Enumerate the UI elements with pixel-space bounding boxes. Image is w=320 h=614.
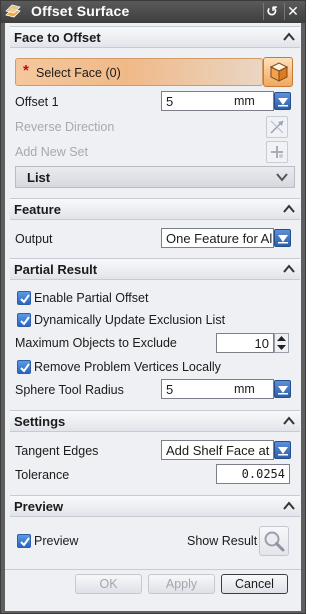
tolerance-input[interactable]: 0.0254: [216, 464, 290, 484]
preview-checkbox[interactable]: [17, 534, 31, 548]
spinner-arrows-icon: [277, 336, 286, 350]
offset-label: Offset 1: [15, 95, 59, 109]
checkmark-icon: [20, 316, 30, 326]
show-result-label: Show Result: [187, 534, 258, 548]
select-face-button[interactable]: * Select Face (0): [15, 58, 263, 86]
face-selection-cube-button[interactable]: [263, 57, 293, 87]
required-marker: *: [23, 62, 29, 79]
dynamically-update-checkbox[interactable]: [17, 313, 31, 327]
chevron-down-icon: [278, 386, 288, 395]
chevron-down-icon: [278, 447, 288, 456]
section-title: Settings: [14, 414, 66, 429]
max-objects-label: Maximum Objects to Exclude: [15, 336, 177, 350]
sphere-tool-radius-input[interactable]: 5 mm: [161, 379, 274, 399]
select-face-label: Select Face (0): [36, 66, 121, 80]
reverse-direction-icon: [270, 120, 284, 134]
dynamically-update-label[interactable]: Dynamically Update Exclusion List: [34, 313, 225, 327]
sphere-tool-radius-label: Sphere Tool Radius: [15, 383, 124, 397]
offset-input[interactable]: 5 mm: [161, 91, 274, 111]
max-objects-value: 10: [254, 336, 269, 351]
add-set-icon: [271, 146, 283, 158]
section-partial-result[interactable]: Partial Result: [10, 258, 300, 280]
offset-surface-dialog: Offset Surface ↺ ✕ Face to Offset * Sele…: [0, 0, 306, 614]
remove-problem-vertices-checkbox[interactable]: [17, 360, 31, 374]
tolerance-value: 0.0254: [241, 467, 285, 481]
section-title: Preview: [14, 499, 64, 514]
section-feature[interactable]: Feature: [10, 198, 300, 220]
list-label: List: [27, 170, 51, 185]
offset-surface-app-icon: [5, 4, 21, 18]
section-preview[interactable]: Preview: [10, 495, 300, 517]
tolerance-label: Tolerance: [15, 468, 70, 482]
section-title: Partial Result: [14, 262, 98, 277]
output-label: Output: [15, 232, 53, 246]
chevron-down-icon: [276, 173, 288, 182]
output-dropdown[interactable]: [274, 229, 291, 247]
add-new-set-label: Add New Set: [15, 145, 88, 159]
collapse-icon[interactable]: [282, 263, 296, 275]
ok-button[interactable]: OK: [75, 574, 142, 594]
output-select[interactable]: One Feature for Al: [161, 228, 274, 248]
section-title: Feature: [14, 202, 61, 217]
remove-problem-vertices-label[interactable]: Remove Problem Vertices Locally: [34, 360, 221, 374]
offset-unit-dropdown[interactable]: [274, 92, 291, 110]
sphere-tool-radius-value: 5: [166, 382, 174, 397]
checkmark-icon: [20, 363, 30, 373]
max-objects-input[interactable]: 10: [216, 333, 274, 353]
sphere-tool-radius-unit: mm: [234, 382, 255, 396]
collapse-icon[interactable]: [282, 31, 296, 43]
add-new-set-button[interactable]: [266, 141, 288, 163]
collapse-icon[interactable]: [282, 203, 296, 215]
reverse-direction-label: Reverse Direction: [15, 120, 115, 134]
enable-partial-offset-label[interactable]: Enable Partial Offset: [34, 291, 148, 305]
tangent-edges-label: Tangent Edges: [15, 444, 99, 458]
footer-divider: [5, 569, 301, 570]
output-value: One Feature for Al: [166, 231, 273, 246]
list-expander[interactable]: List: [15, 166, 295, 188]
section-title: Face to Offset: [14, 30, 101, 45]
chevron-down-icon: [278, 235, 288, 244]
offset-value: 5: [166, 94, 174, 109]
reverse-direction-button[interactable]: [266, 116, 288, 138]
max-objects-spinner[interactable]: [274, 333, 289, 353]
tangent-edges-select[interactable]: Add Shelf Face at: [161, 440, 274, 460]
cancel-button[interactable]: Cancel: [221, 574, 288, 594]
show-result-button[interactable]: [259, 526, 289, 556]
chevron-down-icon: [278, 98, 288, 107]
dialog-body: Face to Offset * Select Face (0) Offset …: [5, 23, 301, 611]
close-icon[interactable]: ✕: [284, 3, 301, 20]
magnifier-icon: [264, 531, 285, 552]
section-face-to-offset[interactable]: Face to Offset: [10, 26, 300, 48]
collapse-icon[interactable]: [282, 500, 296, 512]
reset-icon[interactable]: ↺: [263, 3, 280, 20]
collapse-icon[interactable]: [282, 415, 296, 427]
title-bar[interactable]: Offset Surface ↺ ✕: [1, 1, 305, 23]
offset-unit: mm: [234, 94, 255, 108]
sphere-tool-radius-unit-dropdown[interactable]: [274, 380, 291, 398]
checkmark-icon: [20, 537, 30, 547]
tangent-edges-dropdown[interactable]: [274, 441, 291, 459]
tangent-edges-value: Add Shelf Face at: [166, 443, 270, 458]
apply-button[interactable]: Apply: [148, 574, 215, 594]
checkmark-icon: [20, 294, 30, 304]
section-settings[interactable]: Settings: [10, 410, 300, 432]
dialog-title: Offset Surface: [31, 3, 130, 19]
cube-icon: [269, 62, 289, 82]
preview-label[interactable]: Preview: [34, 534, 78, 548]
enable-partial-offset-checkbox[interactable]: [17, 291, 31, 305]
